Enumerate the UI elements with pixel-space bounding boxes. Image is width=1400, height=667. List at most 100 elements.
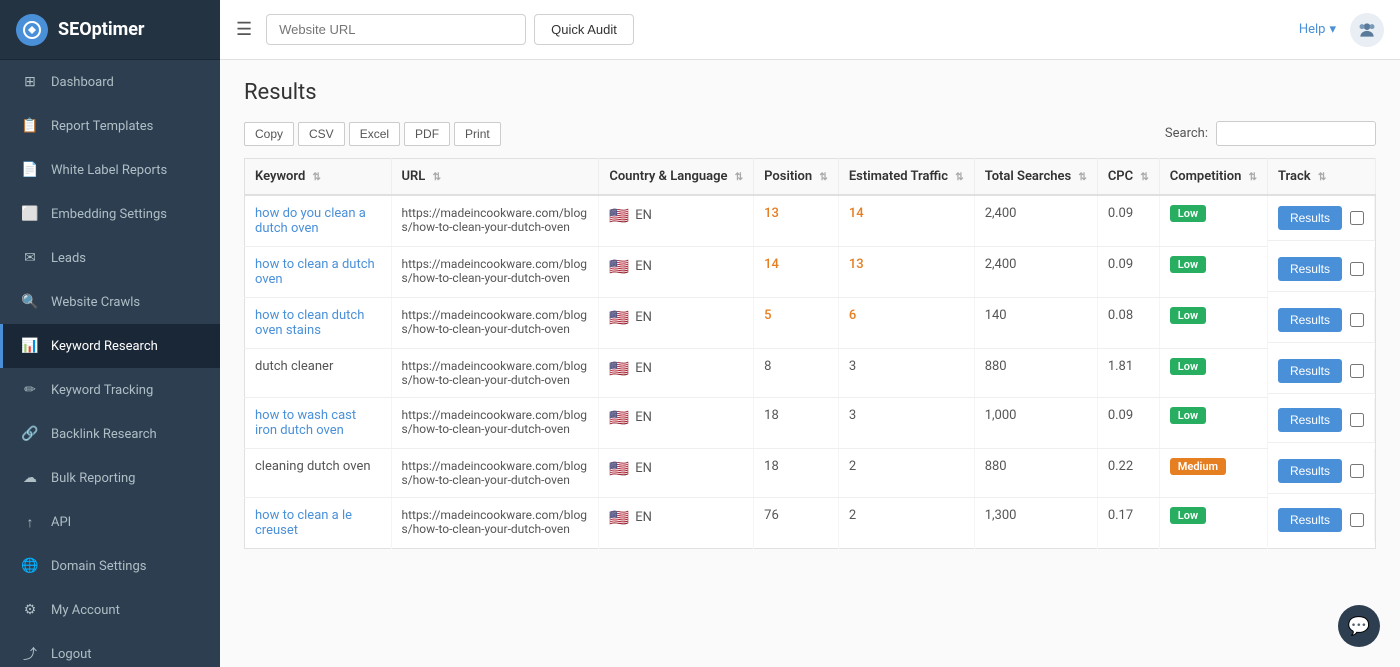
sidebar-item-my-account[interactable]: ⚙ My Account: [0, 588, 220, 632]
sort-icon[interactable]: ⇅: [433, 172, 441, 183]
sidebar-item-api[interactable]: ↑ API: [0, 500, 220, 544]
url-cell: https://madeincookware.com/blogs/how-to-…: [391, 349, 599, 398]
traffic-value: 3: [849, 408, 856, 423]
sort-icon[interactable]: ⇅: [819, 172, 827, 183]
url-cell: https://madeincookware.com/blogs/how-to-…: [391, 398, 599, 449]
url-input[interactable]: [266, 14, 526, 45]
table-row: cleaning dutch ovenhttps://madeincookwar…: [245, 449, 1376, 498]
track-checkbox[interactable]: [1350, 262, 1364, 276]
position-cell: 76: [754, 498, 839, 549]
table-row: how to wash cast iron dutch oven https://…: [245, 398, 1376, 449]
cpc-cell: 0.09: [1097, 195, 1159, 247]
export-btn-print[interactable]: Print: [454, 122, 501, 146]
sidebar-item-logout[interactable]: ⤴ Logout: [0, 632, 220, 667]
cpc-cell: 0.09: [1097, 247, 1159, 298]
searches-cell: 880: [974, 449, 1097, 498]
col-cpc: CPC ⇅: [1097, 159, 1159, 196]
track-cell: Results: [1268, 398, 1375, 443]
track-checkbox[interactable]: [1350, 211, 1364, 225]
flag-icon: 🇺🇸: [609, 359, 629, 378]
searches-cell: 1,300: [974, 498, 1097, 549]
sidebar-item-website-crawls[interactable]: 🔍 Website Crawls: [0, 280, 220, 324]
sidebar-label-keyword-research: Keyword Research: [51, 339, 158, 354]
position-cell: 13: [754, 195, 839, 247]
competition-cell: Low: [1159, 247, 1267, 298]
sort-icon[interactable]: ⇅: [1140, 172, 1148, 183]
sidebar-item-domain-settings[interactable]: 🌐 Domain Settings: [0, 544, 220, 588]
url-cell: https://madeincookware.com/blogs/how-to-…: [391, 195, 599, 247]
country-cell: 🇺🇸EN: [599, 449, 754, 498]
cpc-cell: 0.17: [1097, 498, 1159, 549]
export-btn-csv[interactable]: CSV: [298, 122, 345, 146]
results-button[interactable]: Results: [1278, 308, 1342, 332]
sidebar-label-white-label-reports: White Label Reports: [51, 163, 167, 178]
export-btn-pdf[interactable]: PDF: [404, 122, 450, 146]
searches-cell: 140: [974, 298, 1097, 349]
sidebar-item-bulk-reporting[interactable]: ☁ Bulk Reporting: [0, 456, 220, 500]
track-checkbox[interactable]: [1350, 364, 1364, 378]
help-button[interactable]: Help ▾: [1299, 22, 1336, 37]
results-button[interactable]: Results: [1278, 206, 1342, 230]
results-button[interactable]: Results: [1278, 408, 1342, 432]
table-header-row: Keyword ⇅URL ⇅Country & Language ⇅Positi…: [245, 159, 1376, 196]
sort-icon[interactable]: ⇅: [1249, 172, 1257, 183]
sidebar-icon-embedding-settings: ⬜: [21, 205, 39, 223]
track-cell: Results: [1268, 449, 1375, 494]
sidebar-label-report-templates: Report Templates: [51, 119, 153, 134]
sidebar-icon-my-account: ⚙: [21, 601, 39, 619]
sidebar-item-leads[interactable]: ✉ Leads: [0, 236, 220, 280]
sidebar-item-report-templates[interactable]: 📋 Report Templates: [0, 104, 220, 148]
sort-icon[interactable]: ⇅: [1318, 172, 1326, 183]
chat-bubble-icon[interactable]: 💬: [1338, 605, 1380, 647]
sidebar-item-keyword-research[interactable]: 📊 Keyword Research: [0, 324, 220, 368]
track-cell: Results: [1268, 298, 1375, 343]
user-avatar-icon[interactable]: [1350, 13, 1384, 47]
help-label: Help: [1299, 22, 1326, 37]
help-chevron-icon: ▾: [1329, 22, 1336, 37]
sort-icon[interactable]: ⇅: [735, 172, 743, 183]
results-button[interactable]: Results: [1278, 359, 1342, 383]
sidebar-item-keyword-tracking[interactable]: ✏ Keyword Tracking: [0, 368, 220, 412]
logo-icon: [16, 14, 48, 46]
competition-cell: Low: [1159, 498, 1267, 549]
language-code: EN: [635, 361, 652, 376]
topbar-right: Help ▾: [1299, 13, 1384, 47]
keyword-link[interactable]: how to clean dutch oven stains: [255, 308, 364, 338]
results-button[interactable]: Results: [1278, 459, 1342, 483]
export-btn-excel[interactable]: Excel: [349, 122, 400, 146]
sidebar-logo: SEOptimer: [0, 0, 220, 60]
sidebar-item-embedding-settings[interactable]: ⬜ Embedding Settings: [0, 192, 220, 236]
traffic-cell: 2: [838, 449, 974, 498]
url-cell: https://madeincookware.com/blogs/how-to-…: [391, 247, 599, 298]
col-total-searches: Total Searches ⇅: [974, 159, 1097, 196]
menu-toggle-icon[interactable]: ☰: [236, 19, 252, 40]
keyword-link[interactable]: how to clean a le creuset: [255, 508, 352, 538]
results-title: Results: [244, 80, 1376, 105]
competition-cell: Low: [1159, 195, 1267, 247]
sidebar-item-white-label-reports[interactable]: 📄 White Label Reports: [0, 148, 220, 192]
track-checkbox[interactable]: [1350, 413, 1364, 427]
keyword-link[interactable]: how to wash cast iron dutch oven: [255, 408, 356, 438]
keyword-link[interactable]: how do you clean a dutch oven: [255, 206, 366, 236]
sort-icon[interactable]: ⇅: [313, 172, 321, 183]
sidebar-item-dashboard[interactable]: ⊞ Dashboard: [0, 60, 220, 104]
search-input[interactable]: [1216, 121, 1376, 146]
track-checkbox[interactable]: [1350, 464, 1364, 478]
track-checkbox[interactable]: [1350, 513, 1364, 527]
keyword-link[interactable]: how to clean a dutch oven: [255, 257, 375, 287]
quick-audit-button[interactable]: Quick Audit: [534, 14, 634, 45]
cpc-cell: 1.81: [1097, 349, 1159, 398]
track-checkbox[interactable]: [1350, 313, 1364, 327]
keyword-cell: how to clean dutch oven stains: [245, 298, 392, 349]
sidebar-item-backlink-research[interactable]: 🔗 Backlink Research: [0, 412, 220, 456]
traffic-cell: 3: [838, 349, 974, 398]
export-btn-copy[interactable]: Copy: [244, 122, 294, 146]
competition-cell: Low: [1159, 398, 1267, 449]
sidebar-icon-website-crawls: 🔍: [21, 293, 39, 311]
sort-icon[interactable]: ⇅: [1078, 172, 1086, 183]
traffic-cell: 6: [838, 298, 974, 349]
sort-icon[interactable]: ⇅: [955, 172, 963, 183]
results-button[interactable]: Results: [1278, 257, 1342, 281]
track-cell: Results: [1268, 498, 1375, 542]
results-button[interactable]: Results: [1278, 508, 1342, 532]
